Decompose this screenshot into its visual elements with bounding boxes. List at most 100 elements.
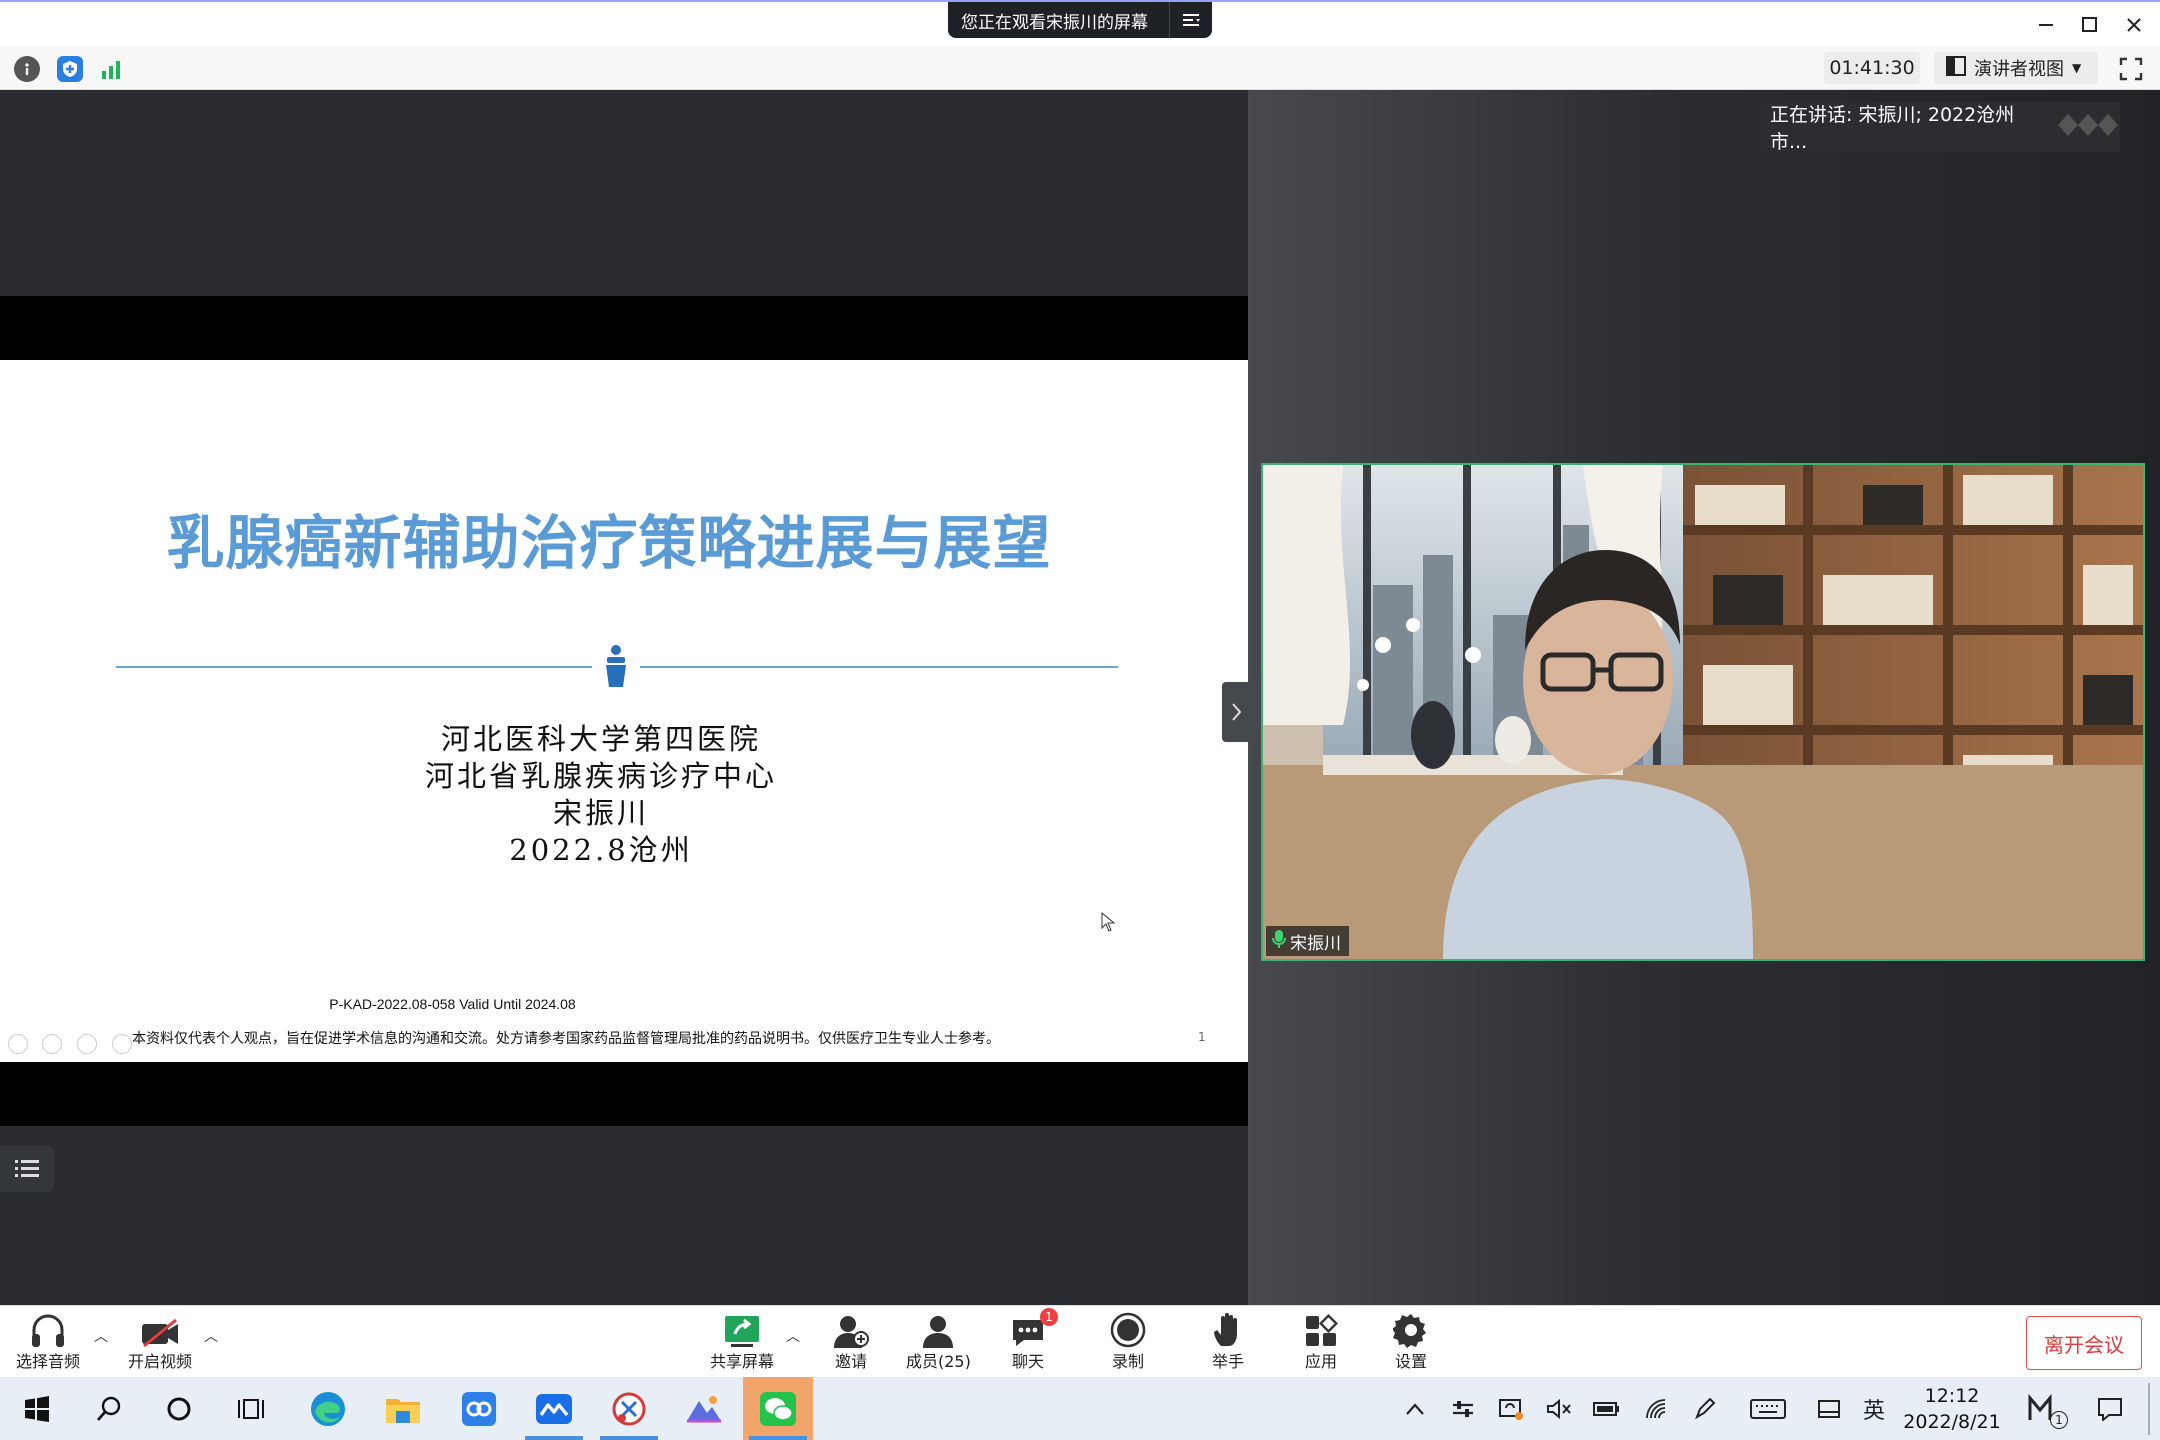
- record-label: 录制: [1111, 1352, 1144, 1371]
- invite-button[interactable]: 邀请: [832, 1312, 870, 1372]
- letterbox-bottom: [0, 1062, 1248, 1126]
- slide-zoom-icon[interactable]: [112, 1034, 132, 1054]
- slide-pen-icon[interactable]: [77, 1034, 97, 1054]
- slide-hospital: 河北医科大学第四医院: [440, 722, 761, 756]
- participant-name-tag: 宋振川: [1266, 926, 1349, 956]
- audio-button[interactable]: 选择音频: [16, 1312, 80, 1372]
- show-desktop-button[interactable]: [2148, 1383, 2150, 1435]
- gear-icon: [1393, 1312, 1429, 1348]
- touch-keyboard-icon[interactable]: [1746, 1377, 1790, 1440]
- members-icon: [920, 1312, 956, 1348]
- meeting-timer: 01:41:30: [1824, 52, 1920, 84]
- chat-button[interactable]: 1 聊天: [1010, 1308, 1058, 1372]
- mic-on-icon: [1272, 929, 1286, 954]
- fullscreen-icon[interactable]: [2116, 54, 2146, 84]
- collapse-panel-handle[interactable]: [1222, 682, 1252, 742]
- battery-icon[interactable]: [1590, 1377, 1624, 1440]
- wechat-icon[interactable]: [743, 1377, 813, 1440]
- invite-label: 邀请: [834, 1352, 867, 1371]
- slide-presenter: 宋振川: [552, 796, 649, 830]
- leave-meeting-button[interactable]: 离开会议: [2026, 1316, 2142, 1370]
- video-button[interactable]: 开启视频: [128, 1312, 192, 1372]
- divider-right: [640, 666, 1118, 668]
- raise-hand-icon: [1213, 1312, 1243, 1348]
- chat-unread-badge: 1: [1040, 1308, 1058, 1326]
- chevron-down-icon: ▼: [2072, 61, 2082, 75]
- notification-count: 1: [2050, 1411, 2068, 1429]
- task-view-icon[interactable]: [216, 1377, 286, 1440]
- clock-date: 2022/8/21: [1903, 1411, 2001, 1433]
- settings-button[interactable]: 设置: [1393, 1312, 1429, 1372]
- windows-start-icon[interactable]: [2, 1377, 72, 1440]
- members-button[interactable]: 成员(25): [906, 1312, 971, 1372]
- volume-muted-icon[interactable]: [1542, 1377, 1576, 1440]
- tray-overflow-chevron-icon[interactable]: [1398, 1377, 1432, 1440]
- slide-center: 河北省乳腺疾病诊疗中心: [424, 759, 777, 793]
- headset-icon: [29, 1312, 67, 1348]
- apps-grid-icon: [1304, 1312, 1338, 1348]
- banner-menu-icon[interactable]: [1169, 2, 1212, 38]
- slide-date-location: 2022.8沧州: [509, 833, 693, 867]
- security-shield-icon[interactable]: [57, 56, 83, 82]
- screenshot-tool-icon[interactable]: [594, 1377, 664, 1440]
- input-method-panel-icon[interactable]: [1812, 1377, 1846, 1440]
- slide-disclaimer: 本资料仅代表个人观点，旨在促进学术信息的沟通和交流。处方请参考国家药品监督管理局…: [132, 1031, 1000, 1047]
- raise-hand-button[interactable]: 举手: [1212, 1312, 1244, 1372]
- chat-label: 聊天: [1011, 1352, 1044, 1371]
- raise-hand-label: 举手: [1212, 1352, 1245, 1371]
- action-center-icon[interactable]: [2092, 1377, 2128, 1440]
- chat-icon: 1: [1010, 1308, 1058, 1348]
- search-icon[interactable]: [74, 1377, 144, 1440]
- apps-button[interactable]: 应用: [1304, 1312, 1338, 1372]
- view-mode-label: 演讲者视图: [1974, 59, 2064, 80]
- minimize-icon[interactable]: [2026, 8, 2066, 42]
- file-explorer-icon[interactable]: [368, 1377, 438, 1440]
- slide-title: 乳腺癌新辅助治疗策略进展与展望: [166, 509, 1052, 577]
- mouse-cursor-icon: [1101, 911, 1116, 936]
- speaking-text: 正在讲话: 宋振川; 2022沧州市...: [1770, 104, 2015, 153]
- slide-next-icon[interactable]: [42, 1034, 62, 1054]
- speaker-view-icon: [1946, 55, 1966, 81]
- photos-app-icon[interactable]: [669, 1377, 739, 1440]
- share-screen-icon: [723, 1312, 761, 1348]
- record-button[interactable]: 录制: [1110, 1312, 1146, 1372]
- slide-prev-icon[interactable]: [8, 1034, 28, 1054]
- baidu-netdisk-icon[interactable]: [444, 1377, 514, 1440]
- letterbox-top: [0, 296, 1248, 360]
- meeting-toolbar: 选择音频 ︿ 开启视频 ︿ 共享屏幕 ︿ 邀请 成员(25) 1 聊天 录制 举…: [0, 1305, 2160, 1377]
- participant-video[interactable]: [1261, 463, 2145, 961]
- divider-left: [116, 666, 592, 668]
- share-options-caret-icon[interactable]: ︿: [786, 1326, 800, 1346]
- slide-page-number: 1: [1198, 1030, 1206, 1044]
- outline-list-icon[interactable]: [0, 1146, 54, 1192]
- audio-label: 选择音频: [16, 1352, 81, 1371]
- settings-label: 设置: [1394, 1352, 1427, 1371]
- ime-language-indicator[interactable]: 英: [1856, 1377, 1892, 1440]
- meeting-notification-icon[interactable]: 1: [2022, 1377, 2072, 1440]
- wifi-icon[interactable]: [1640, 1377, 1674, 1440]
- system-clock[interactable]: 12:12 2022/8/21: [1892, 1383, 2012, 1435]
- screen-share-banner[interactable]: 您正在观看宋振川的屏幕: [948, 2, 1212, 38]
- network-signal-icon[interactable]: [98, 56, 124, 82]
- video-options-caret-icon[interactable]: ︿: [204, 1326, 218, 1346]
- edge-browser-icon[interactable]: [293, 1377, 363, 1440]
- maximize-icon[interactable]: [2070, 8, 2110, 42]
- tray-sync-icon[interactable]: [1494, 1377, 1528, 1440]
- audio-options-caret-icon[interactable]: ︿: [94, 1326, 108, 1346]
- tray-settings-sliders-icon[interactable]: [1446, 1377, 1480, 1440]
- participant-name: 宋振川: [1290, 933, 1341, 954]
- pen-input-icon[interactable]: [1688, 1377, 1722, 1440]
- record-icon: [1110, 1312, 1146, 1348]
- view-mode-dropdown[interactable]: 演讲者视图 ▼: [1934, 52, 2098, 84]
- info-icon[interactable]: [14, 56, 40, 82]
- meeting-info-bar: 01:41:30 演讲者视图 ▼: [0, 46, 2160, 90]
- close-icon[interactable]: [2114, 8, 2154, 42]
- video-label: 开启视频: [128, 1352, 193, 1371]
- slide-approval-code: P-KAD-2022.08-058 Valid Until 2024.08: [329, 996, 576, 1012]
- tencent-meeting-taskbar-icon[interactable]: [519, 1377, 589, 1440]
- share-screen-button[interactable]: 共享屏幕: [710, 1312, 774, 1372]
- cortana-icon[interactable]: [144, 1377, 214, 1440]
- podium-icon: [603, 644, 629, 688]
- share-banner-text: 您正在观看宋振川的屏幕: [961, 12, 1148, 33]
- title-bar: 您正在观看宋振川的屏幕: [0, 0, 2160, 46]
